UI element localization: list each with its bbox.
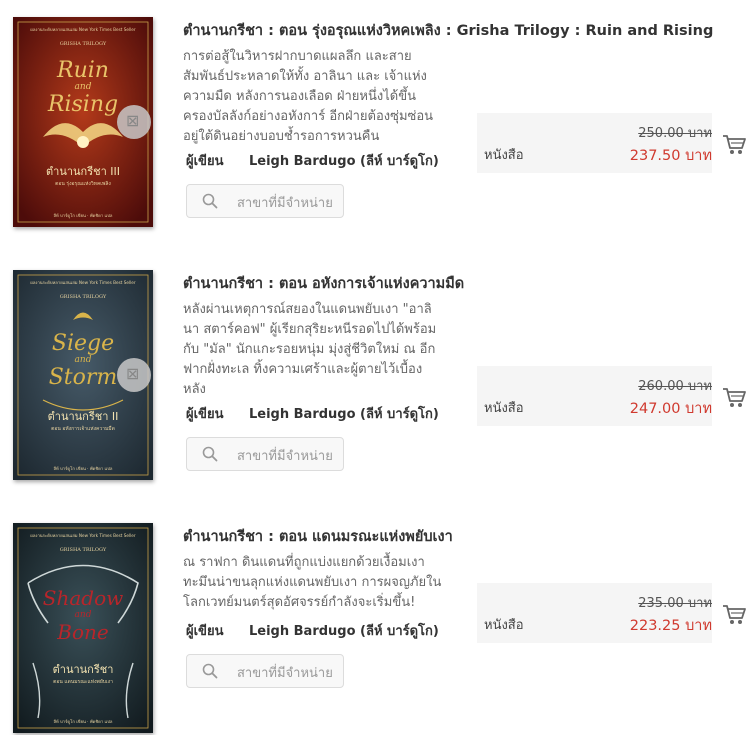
sale-price: 247.00 บาท <box>629 401 712 417</box>
product-type: หนังสือ <box>484 401 524 416</box>
book-cover[interactable]: ผลงานระดับหลายแสนเล่ม New York Times Bes… <box>13 523 153 733</box>
author-label: ผู้เขียน <box>186 154 224 169</box>
original-price: 235.00 บาท <box>638 596 712 611</box>
original-price: 260.00 บาท <box>638 379 712 394</box>
author-label: ผู้เขียน <box>186 407 224 422</box>
svg-text:GRISHA TRILOGY: GRISHA TRILOGY <box>60 41 107 47</box>
svg-text:Bone: Bone <box>56 620 108 644</box>
branch-availability-label: สาขาที่มีจำหน่าย <box>237 196 333 211</box>
price-box: 260.00 บาท หนังสือ 247.00 บาท <box>477 366 712 426</box>
svg-text:Ruin: Ruin <box>56 58 109 83</box>
book-description: หลังผ่านเหตุการณ์สยองในแดนพยับเงา "อาลิ … <box>183 302 437 397</box>
author-label: ผู้เขียน <box>186 624 224 639</box>
cart-icon[interactable] <box>721 384 747 410</box>
svg-text:and: and <box>75 82 92 92</box>
branch-availability-button[interactable]: สาขาที่มีจำหน่าย <box>186 654 344 688</box>
branch-availability-label: สาขาที่มีจำหน่าย <box>237 449 333 464</box>
author-name[interactable]: Leigh Bardugo (ลีห์ บาร์ดูโก) <box>249 620 439 641</box>
svg-text:Rising: Rising <box>47 92 118 117</box>
svg-text:ตอน อหังการเจ้าแห่งความมืด: ตอน อหังการเจ้าแห่งความมืด <box>51 425 115 432</box>
svg-text:ตำนานกรีชา III: ตำนานกรีชา III <box>46 165 120 178</box>
sale-price: 237.50 บาท <box>629 148 712 164</box>
svg-text:and: and <box>75 610 92 620</box>
product-type: หนังสือ <box>484 148 524 163</box>
svg-text:GRISHA TRILOGY: GRISHA TRILOGY <box>60 547 107 553</box>
svg-text:ผลงานระดับหลายแสนเล่ม New York: ผลงานระดับหลายแสนเล่ม New York Times Bes… <box>30 533 135 538</box>
cart-icon[interactable] <box>721 601 747 627</box>
svg-text:ตอน แดนมรณะแห่งพยับเงา: ตอน แดนมรณะแห่งพยับเงา <box>53 679 113 685</box>
search-icon <box>202 193 218 213</box>
branch-availability-button[interactable]: สาขาที่มีจำหน่าย <box>186 437 344 471</box>
sale-price: 223.25 บาท <box>629 618 712 634</box>
svg-text:ตอน รุ่งอรุณแห่งวิหคเพลิง: ตอน รุ่งอรุณแห่งวิหคเพลิง <box>55 180 111 187</box>
svg-text:and: and <box>75 355 92 365</box>
cart-icon[interactable] <box>721 131 747 157</box>
book-description: ณ ราฟกา ดินแดนที่ถูกแบ่งแยกด้วยเงื้อมเงา… <box>183 555 442 610</box>
svg-text:Shadow: Shadow <box>43 586 123 610</box>
search-icon <box>202 663 218 683</box>
svg-text:Storm: Storm <box>49 365 118 390</box>
author-name[interactable]: Leigh Bardugo (ลีห์ บาร์ดูโก) <box>249 150 439 171</box>
original-price: 250.00 บาท <box>638 126 712 141</box>
book-title[interactable]: ตำนานกรีชา : ตอน รุ่งอรุณแห่งวิหคเพลิง :… <box>183 19 713 42</box>
book-title[interactable]: ตำนานกรีชา : ตอน อหังการเจ้าแห่งความมืด <box>183 272 464 295</box>
zoom-icon[interactable]: ⊠ <box>117 358 151 392</box>
svg-text:GRISHA TRILOGY: GRISHA TRILOGY <box>60 294 107 300</box>
branch-availability-button[interactable]: สาขาที่มีจำหน่าย <box>186 184 344 218</box>
branch-availability-label: สาขาที่มีจำหน่าย <box>237 666 333 681</box>
svg-text:ผลงานระดับหลายแสนเล่ม New York: ผลงานระดับหลายแสนเล่ม New York Times Bes… <box>30 280 135 285</box>
search-icon <box>202 446 218 466</box>
svg-text:ผลงานระดับหลายแสนเล่ม New York: ผลงานระดับหลายแสนเล่ม New York Times Bes… <box>30 27 135 32</box>
book-title[interactable]: ตำนานกรีชา : ตอน แดนมรณะแห่งพยับเงา <box>183 525 453 548</box>
price-box: 235.00 บาท หนังสือ 223.25 บาท <box>477 583 712 643</box>
svg-text:ตำนานกรีชา II: ตำนานกรีชา II <box>48 410 119 423</box>
price-box: 250.00 บาท หนังสือ 237.50 บาท <box>477 113 712 173</box>
book-description: การต่อสู้ในวิหารฝากบาดแผลลึก และสาย สัมพ… <box>183 49 434 144</box>
zoom-icon[interactable]: ⊠ <box>117 105 151 139</box>
product-type: หนังสือ <box>484 618 524 633</box>
author-name[interactable]: Leigh Bardugo (ลีห์ บาร์ดูโก) <box>249 403 439 424</box>
svg-text:Siege: Siege <box>52 331 114 356</box>
svg-text:ตำนานกรีชา: ตำนานกรีชา <box>53 663 114 676</box>
